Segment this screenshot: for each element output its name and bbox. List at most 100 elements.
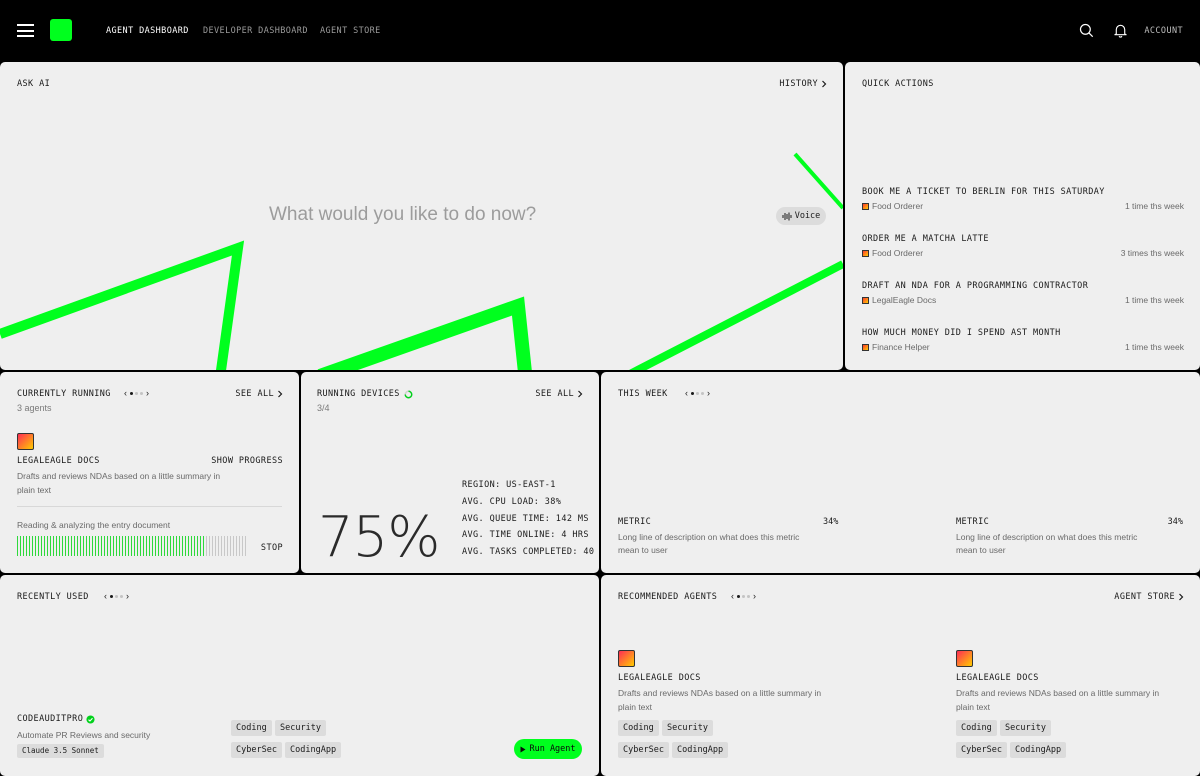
running-count: 3 agents <box>17 403 52 413</box>
agent-logo-icon[interactable] <box>956 650 973 667</box>
quick-action-agent-name: Food Orderer <box>872 201 924 211</box>
metric-description: Long line of description on what does th… <box>956 532 1138 555</box>
chevron-right-icon[interactable]: › <box>126 591 129 601</box>
see-all-devices[interactable]: SEE ALL <box>535 389 583 399</box>
quick-action-item[interactable]: DRAFT AN NDA FOR A PROGRAMMING CONTRACTO… <box>862 281 1184 305</box>
quick-action-title: DRAFT AN NDA FOR A PROGRAMMING CONTRACTO… <box>862 281 1089 291</box>
chevron-left-icon[interactable]: ‹ <box>104 591 107 601</box>
chevron-right-icon <box>1179 593 1184 601</box>
tag[interactable]: CodingApp <box>672 742 729 758</box>
quick-action-agent-name: Food Orderer <box>872 248 924 258</box>
top-navigation: AGENT DASHBOARD DEVELOPER DASHBOARD AGEN… <box>0 0 1200 61</box>
pager[interactable]: ‹ › <box>124 388 149 398</box>
nav-agent-dashboard[interactable]: AGENT DASHBOARD <box>106 26 189 36</box>
tag[interactable]: CyberSec <box>618 742 669 758</box>
run-agent-button[interactable]: Run Agent <box>514 739 582 759</box>
tag[interactable]: Security <box>662 720 713 736</box>
waveform-icon <box>782 212 792 220</box>
device-stat-tasks: AVG. TASKS COMPLETED: 40 <box>462 547 595 557</box>
quick-action-agent: Food Orderer <box>862 248 923 258</box>
quick-action-frequency: 1 time ths week <box>1124 342 1184 352</box>
tag[interactable]: Security <box>275 720 326 736</box>
recently-used-title: RECENTLY USED <box>17 592 89 602</box>
see-all-running[interactable]: SEE ALL <box>235 389 283 399</box>
app-logo[interactable] <box>50 19 72 41</box>
metric-description: Long line of description on what does th… <box>618 532 800 555</box>
quick-action-item[interactable]: ORDER ME A MATCHA LATTE Food Orderer 3 t… <box>862 234 1184 258</box>
running-devices-header: RUNNING DEVICES <box>317 389 413 399</box>
search-icon[interactable] <box>1079 23 1094 38</box>
this-week-title: THIS WEEK <box>618 389 668 399</box>
play-icon <box>520 746 526 752</box>
verified-icon <box>86 714 95 724</box>
agent-logo-icon <box>17 433 34 450</box>
divider <box>17 506 282 507</box>
recommended-agent-name[interactable]: LEGALEAGLE DOCS <box>956 673 1039 683</box>
nav-agent-store[interactable]: AGENT STORE <box>320 26 381 36</box>
quick-action-item[interactable]: HOW MUCH MONEY DID I SPEND AST MONTH Fin… <box>862 328 1184 352</box>
quick-action-agent: Finance Helper <box>862 342 930 352</box>
history-label: HISTORY <box>779 79 818 89</box>
quick-action-title: ORDER ME A MATCHA LATTE <box>862 234 989 244</box>
quick-action-title: BOOK ME A TICKET TO BERLIN FOR THIS SATU… <box>862 187 1105 197</box>
chevron-left-icon[interactable]: ‹ <box>731 591 734 601</box>
quick-action-agent: LegalEagle Docs <box>862 295 936 305</box>
running-devices-title: RUNNING DEVICES <box>317 389 400 399</box>
show-progress-link[interactable]: SHOW PROGRESS <box>211 456 283 466</box>
ask-ai-input[interactable]: What would you like to do now? <box>269 204 536 226</box>
pager[interactable]: ‹ › <box>685 388 710 398</box>
recommended-agents-panel: RECOMMENDED AGENTS ‹ › AGENT STORE LEGAL… <box>601 575 1200 776</box>
recommended-agent-description: Drafts and reviews NDAs based on a littl… <box>618 688 822 712</box>
this-week-panel: THIS WEEK ‹ › METRIC 34% Long line of de… <box>601 372 1200 573</box>
device-stat-queue: AVG. QUEUE TIME: 142 MS <box>462 514 589 524</box>
voice-button[interactable]: Voice <box>776 207 826 225</box>
metric-value: 34% <box>823 517 839 527</box>
chevron-right-icon[interactable]: › <box>753 591 756 601</box>
metric-label: METRIC <box>618 517 652 527</box>
agent-logo-icon <box>862 249 869 257</box>
account-link[interactable]: ACCOUNT <box>1144 26 1183 36</box>
chevron-right-icon[interactable]: › <box>707 388 710 398</box>
pager[interactable]: ‹ › <box>104 591 129 601</box>
running-agent-description: Drafts and reviews NDAs based on a littl… <box>17 471 221 495</box>
currently-running-panel: CURRENTLY RUNNING ‹ › SEE ALL 3 agents L… <box>0 372 299 573</box>
bell-icon[interactable] <box>1113 23 1128 38</box>
recommended-agent-name[interactable]: LEGALEAGLE DOCS <box>618 673 701 683</box>
stop-button[interactable]: STOP <box>261 543 283 553</box>
pager-dots <box>110 594 123 598</box>
tag[interactable]: Coding <box>231 720 272 736</box>
tag[interactable]: CodingApp <box>285 742 342 758</box>
quick-action-frequency: 1 time ths week <box>1124 201 1184 211</box>
metric-label: METRIC <box>956 517 990 527</box>
progress-fill <box>17 536 207 556</box>
devices-count: 3/4 <box>317 403 330 413</box>
recent-agent-description: Automate PR Reviews and security <box>17 730 151 740</box>
quick-action-item[interactable]: BOOK ME A TICKET TO BERLIN FOR THIS SATU… <box>862 187 1184 211</box>
chevron-right-icon <box>822 80 827 88</box>
agent-logo-icon <box>862 202 869 210</box>
chevron-left-icon[interactable]: ‹ <box>685 388 688 398</box>
ask-ai-title: ASK AI <box>17 79 51 89</box>
pager[interactable]: ‹ › <box>731 591 756 601</box>
menu-icon[interactable] <box>17 24 34 37</box>
device-stat-region: REGION: US-EAST-1 <box>462 480 556 490</box>
recent-agent-header[interactable]: CODEAUDITPRO <box>17 714 95 724</box>
recently-used-panel: RECENTLY USED ‹ › CODEAUDITPRO Automate … <box>0 575 599 776</box>
tag[interactable]: Coding <box>618 720 659 736</box>
history-link[interactable]: HISTORY <box>779 79 827 89</box>
agent-store-link[interactable]: AGENT STORE <box>1114 592 1184 602</box>
chevron-left-icon[interactable]: ‹ <box>124 388 127 398</box>
chevron-right-icon <box>278 390 283 398</box>
quick-actions-panel: QUICK ACTIONS BOOK ME A TICKET TO BERLIN… <box>845 62 1200 370</box>
tag[interactable]: CyberSec <box>956 742 1007 758</box>
tag[interactable]: CodingApp <box>1010 742 1067 758</box>
chevron-right-icon[interactable]: › <box>146 388 149 398</box>
device-stat-online: AVG. TIME ONLINE: 4 HRS <box>462 530 589 540</box>
tag[interactable]: Security <box>1000 720 1051 736</box>
recommended-agents-title: RECOMMENDED AGENTS <box>618 592 718 602</box>
agent-logo-icon[interactable] <box>618 650 635 667</box>
tag[interactable]: CyberSec <box>231 742 282 758</box>
recommended-agent-description: Drafts and reviews NDAs based on a littl… <box>956 688 1160 712</box>
tag[interactable]: Coding <box>956 720 997 736</box>
nav-developer-dashboard[interactable]: DEVELOPER DASHBOARD <box>203 26 308 36</box>
